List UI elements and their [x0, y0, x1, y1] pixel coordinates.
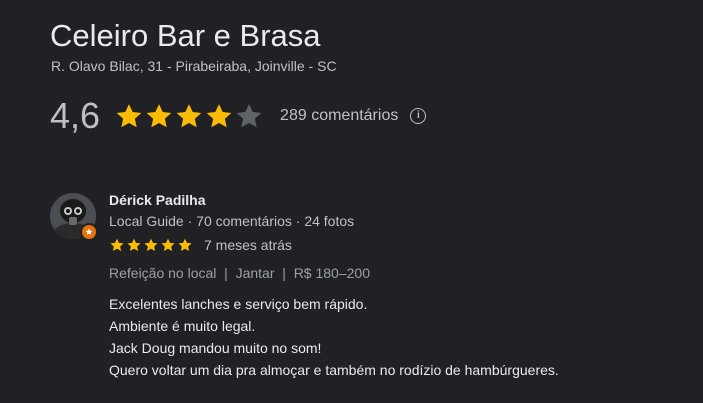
review-text-line: Jack Doug mandou muito no som! — [109, 340, 322, 356]
star-icon — [177, 237, 193, 253]
star-icon — [109, 237, 125, 253]
local-guide-badge-icon — [80, 223, 98, 241]
star-icon — [146, 104, 172, 128]
star-empty-icon — [236, 104, 262, 128]
reviewer-meta: Local Guide · 70 comentários · 24 fotos — [109, 213, 355, 229]
star-icon — [143, 237, 159, 253]
info-icon[interactable]: i — [410, 108, 427, 124]
place-address: R. Olavo Bilac, 31 - Pirabeiraba, Joinvi… — [51, 58, 337, 74]
review-text-line: Quero voltar um dia pra almoçar e também… — [109, 362, 559, 378]
review-text-line: Excelentes lanches e serviço bem rápido. — [109, 296, 368, 312]
star-icon — [116, 104, 142, 128]
star-icon — [206, 104, 232, 128]
place-title: Celeiro Bar e Brasa — [50, 18, 321, 53]
avatar[interactable] — [50, 193, 98, 241]
review-text-line: Ambiente é muito legal. — [109, 318, 256, 334]
reviewer-name[interactable]: Dérick Padilha — [109, 190, 689, 210]
review-body: Dérick Padilha Local Guide · 70 comentár… — [109, 190, 689, 381]
review-attributes: Refeição no local | Jantar | R$ 180–200 — [109, 265, 370, 281]
review-text: Excelentes lanches e serviço bem rápido.… — [109, 293, 689, 381]
review-count-link[interactable]: 289 comentários — [280, 107, 398, 125]
review-rating-row: 7 meses atrás — [109, 232, 689, 258]
star-icon — [160, 237, 176, 253]
review-stars — [109, 237, 194, 253]
rating-value: 4,6 — [50, 95, 101, 136]
rating-summary: 4,6 289 comentários i — [50, 94, 427, 138]
review-date: 7 meses atrás — [204, 237, 292, 253]
star-icon — [126, 237, 142, 253]
star-icon — [176, 104, 202, 128]
rating-stars — [114, 101, 266, 131]
